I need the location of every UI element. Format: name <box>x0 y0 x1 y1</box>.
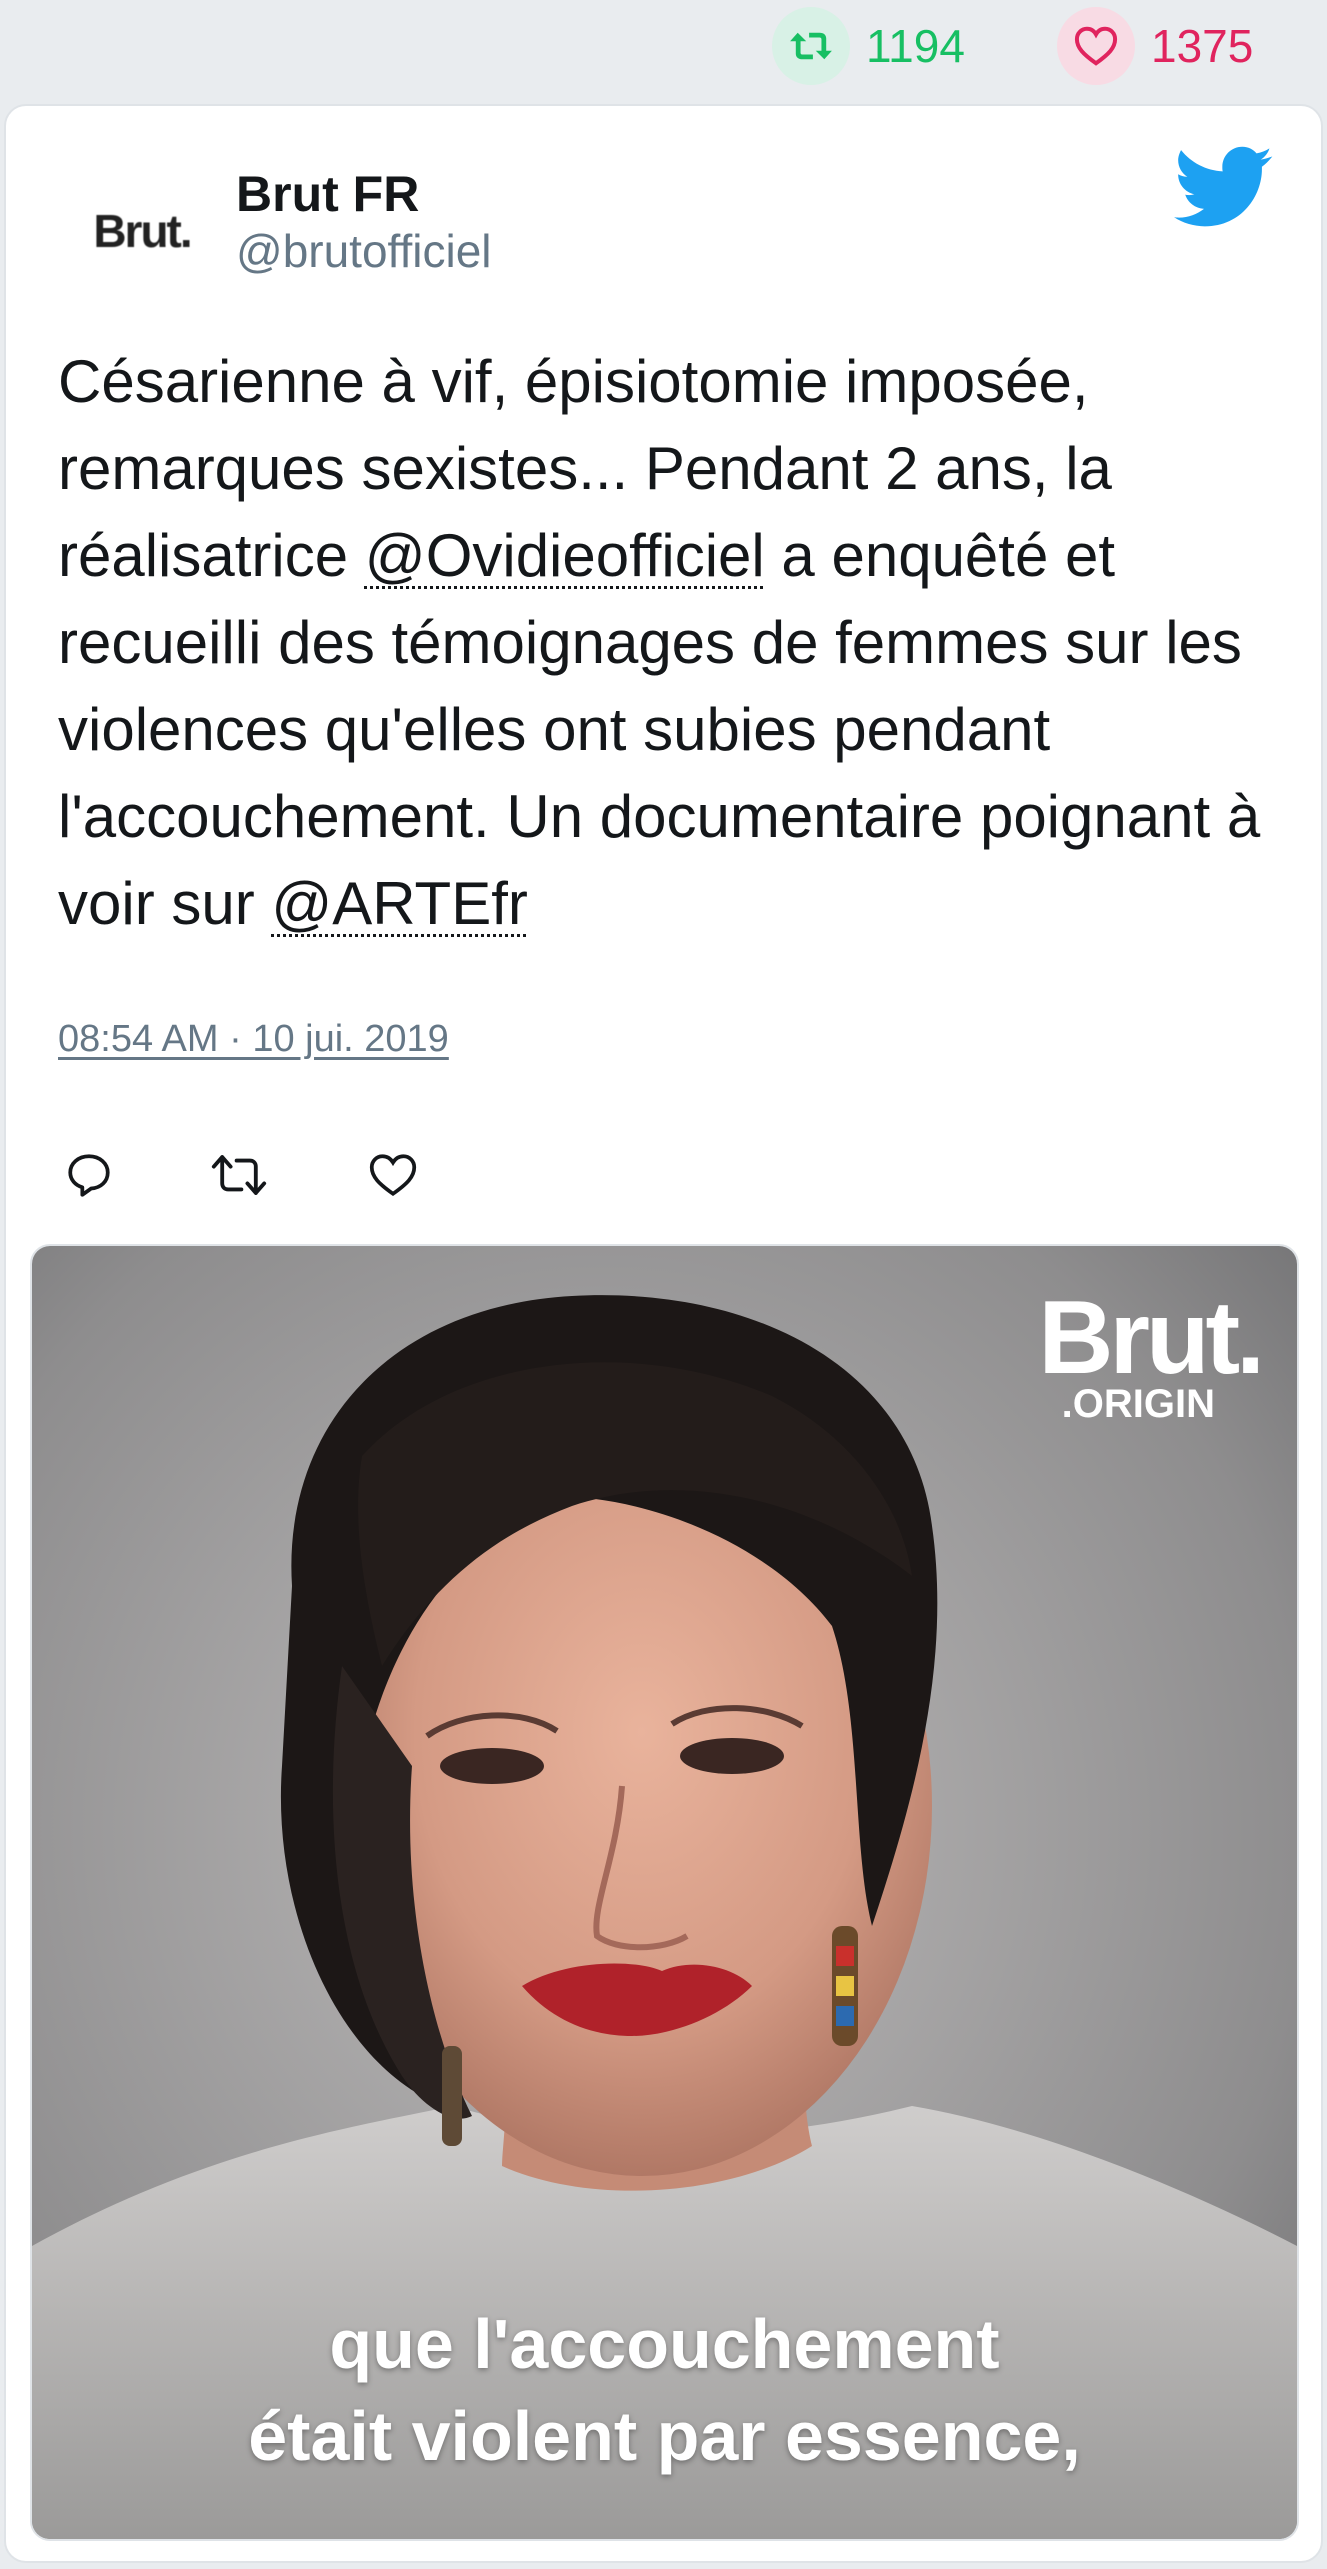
avatar[interactable]: Brut. <box>54 186 230 276</box>
brut-origin-logo: Brut. .ORIGIN <box>1038 1280 1265 1426</box>
tweet-text: Césarienne à vif, épisiotomie imposée, r… <box>58 338 1298 947</box>
retweet-icon <box>790 32 832 60</box>
display-name[interactable]: Brut FR <box>236 164 419 224</box>
mention-link[interactable]: @Ovidieofficiel <box>365 522 765 589</box>
reply-button[interactable] <box>54 1140 124 1210</box>
twitter-bird-icon[interactable] <box>1174 146 1274 230</box>
engagement-stats: 1194 1375 <box>0 0 1327 104</box>
retweet-icon <box>211 1155 267 1195</box>
tweet-card: Brut. Brut FR @brutofficiel Césarienne à… <box>4 104 1323 2563</box>
subtitle-line: que l'accouchement <box>329 2305 1000 2383</box>
video-subtitle: que l'accouchement était violent par ess… <box>32 2298 1297 2482</box>
reply-icon <box>68 1154 110 1197</box>
mention-link[interactable]: @ARTEfr <box>271 870 528 937</box>
tweet-media-video[interactable]: Brut. .ORIGIN que l'accouchement était v… <box>30 1244 1299 2541</box>
heart-icon <box>369 1154 417 1197</box>
tweet-timestamp[interactable]: 08:54 AM · 10 jui. 2019 <box>58 1018 449 1061</box>
retweet-button[interactable] <box>204 1140 274 1210</box>
retweet-stat-icon-bg <box>772 7 850 85</box>
brand-logo-main: Brut. <box>1038 1280 1265 1396</box>
brand-logo-sub: .ORIGIN <box>1061 1382 1215 1426</box>
like-stat-icon-bg <box>1057 7 1135 85</box>
like-count: 1375 <box>1151 20 1254 72</box>
subtitle-line: était violent par essence, <box>248 2397 1081 2475</box>
retweet-stat[interactable]: 1194 <box>772 6 965 86</box>
user-handle[interactable]: @brutofficiel <box>236 224 492 279</box>
heart-icon <box>1074 26 1118 66</box>
like-button[interactable] <box>358 1140 428 1210</box>
like-stat[interactable]: 1375 <box>1057 6 1253 86</box>
retweet-count: 1194 <box>866 20 965 72</box>
